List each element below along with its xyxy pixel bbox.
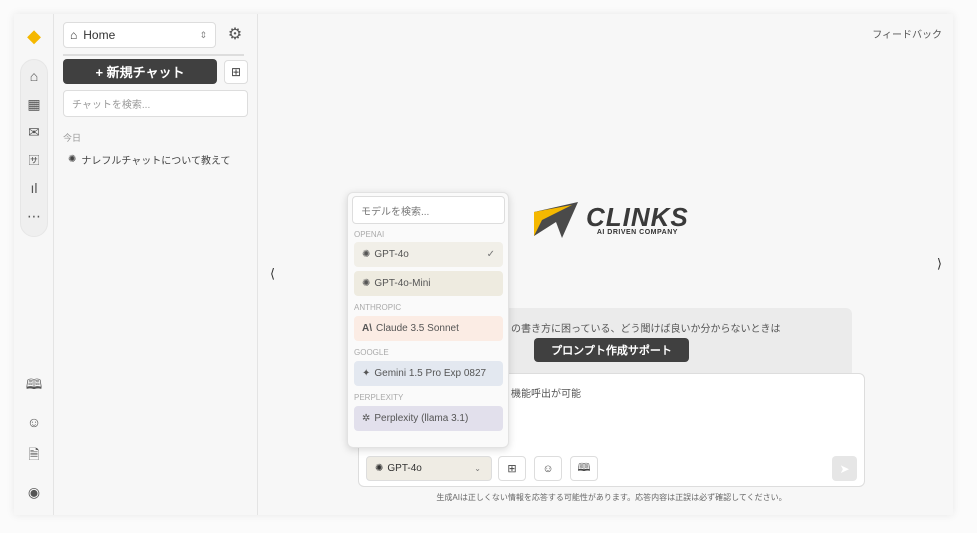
- robot-icon[interactable]: ☺: [24, 412, 44, 432]
- app-logo-icon[interactable]: ◆: [24, 26, 44, 46]
- model-option-gpt-4o[interactable]: ✺ GPT-4o ✓: [354, 242, 503, 267]
- history-item[interactable]: ✺ ナレフルチャットについて教えて: [68, 152, 231, 167]
- model-option-gpt-4o-mini[interactable]: ✺ GPT-4o-Mini: [354, 271, 503, 296]
- mail-icon[interactable]: ✉: [24, 122, 44, 142]
- updown-icon: ⇕: [199, 29, 207, 40]
- help-text: の書き方に困っている、どう聞けば良いか分からないときは: [511, 324, 781, 335]
- option-label: Perplexity (llama 3.1): [374, 413, 469, 424]
- send-button[interactable]: ➤: [832, 456, 857, 481]
- document-icon[interactable]: 🗎: [24, 446, 44, 466]
- attach-file-button[interactable]: ⊞: [498, 456, 526, 481]
- option-label: GPT-4o-Mini: [374, 278, 431, 289]
- workspace-label: Home: [83, 28, 116, 42]
- model-select[interactable]: ✺ GPT-4o ⌄: [366, 456, 492, 481]
- divider: [63, 54, 244, 56]
- chevron-down-icon: ⌄: [474, 464, 481, 473]
- group-openai: OPENAI: [354, 230, 385, 239]
- feedback-link[interactable]: フィードバック: [872, 26, 942, 41]
- option-label: Claude 3.5 Sonnet: [376, 323, 459, 334]
- agent-button[interactable]: ☺: [534, 456, 562, 481]
- history-title: ナレフルチャットについて教えて: [81, 156, 231, 167]
- group-google: GOOGLE: [354, 348, 389, 357]
- openai-icon: ✺: [362, 249, 371, 260]
- workspace-select[interactable]: ⌂ Home ⇕: [63, 22, 216, 48]
- home-icon[interactable]: ⌂: [24, 66, 44, 86]
- perplexity-icon: ✲: [362, 413, 371, 424]
- group-anthropic: ANTHROPIC: [354, 303, 402, 312]
- anthropic-icon: A\: [362, 323, 372, 334]
- option-label: Gemini 1.5 Pro Exp 0827: [374, 368, 487, 379]
- section-today: 今日: [63, 133, 82, 143]
- translate-icon[interactable]: 🈂: [24, 150, 44, 170]
- book-icon[interactable]: 🕮: [24, 376, 44, 396]
- prompt-support-button[interactable]: プロンプト作成サポート: [534, 338, 689, 362]
- option-label: GPT-4o: [374, 249, 409, 260]
- chat-search-input[interactable]: チャットを検索...: [63, 90, 248, 117]
- openai-icon: ✺: [375, 463, 384, 474]
- more-icon[interactable]: ⋯: [24, 206, 44, 226]
- brand-arrow-icon: [534, 202, 578, 238]
- group-perplexity: PERPLEXITY: [354, 393, 404, 402]
- new-chat-button[interactable]: + 新規チャット: [63, 59, 217, 84]
- check-icon: ✓: [486, 249, 495, 260]
- user-icon[interactable]: ◉: [24, 482, 44, 502]
- brand-name: CLINKS: [586, 201, 689, 232]
- brand-logo: CLINKS AI DRIVEN COMPANY: [532, 202, 689, 238]
- collapse-left-button[interactable]: ⟨: [270, 266, 275, 282]
- model-search-input[interactable]: モデルを検索...: [352, 196, 505, 224]
- library-button[interactable]: 🕮: [570, 456, 598, 481]
- model-select-label: GPT-4o: [387, 463, 422, 474]
- icon-rail: ◆ ⌂ ▦ ✉ 🈂 ıl ⋯ 🕮 ☺ 🗎 ◉: [14, 14, 54, 515]
- gear-icon[interactable]: ⚙: [225, 24, 245, 44]
- brand-tagline: AI DRIVEN COMPANY: [596, 228, 678, 236]
- expand-right-button[interactable]: ⟩: [937, 256, 942, 272]
- new-folder-button[interactable]: ⊞: [224, 60, 248, 84]
- openai-icon: ✺: [362, 278, 371, 289]
- model-option-gemini[interactable]: ✦ Gemini 1.5 Pro Exp 0827: [354, 361, 503, 386]
- model-option-claude[interactable]: A\ Claude 3.5 Sonnet: [354, 316, 503, 341]
- gemini-sparkle-icon: ✦: [362, 368, 371, 379]
- chart-icon[interactable]: ıl: [24, 178, 44, 198]
- building-icon[interactable]: ▦: [24, 94, 44, 114]
- openai-icon: ✺: [68, 154, 77, 165]
- model-dropdown: モデルを検索... OPENAI ✺ GPT-4o ✓ ✺ GPT-4o-Mini A…: [347, 192, 509, 448]
- chat-sidebar: ⌂ Home ⇕ ⚙ + 新規チャット ⊞ チャットを検索... 今日 ✺ ナレフルチ…: [54, 14, 258, 515]
- disclaimer: 生成AIは正しくない情報を応答する可能性があります。応答内容は正誤は必ず確認して…: [436, 493, 787, 502]
- model-option-perplexity[interactable]: ✲ Perplexity (llama 3.1): [354, 406, 503, 431]
- home-icon: ⌂: [70, 28, 78, 42]
- input-placeholder: 機能呼出が可能: [511, 389, 581, 400]
